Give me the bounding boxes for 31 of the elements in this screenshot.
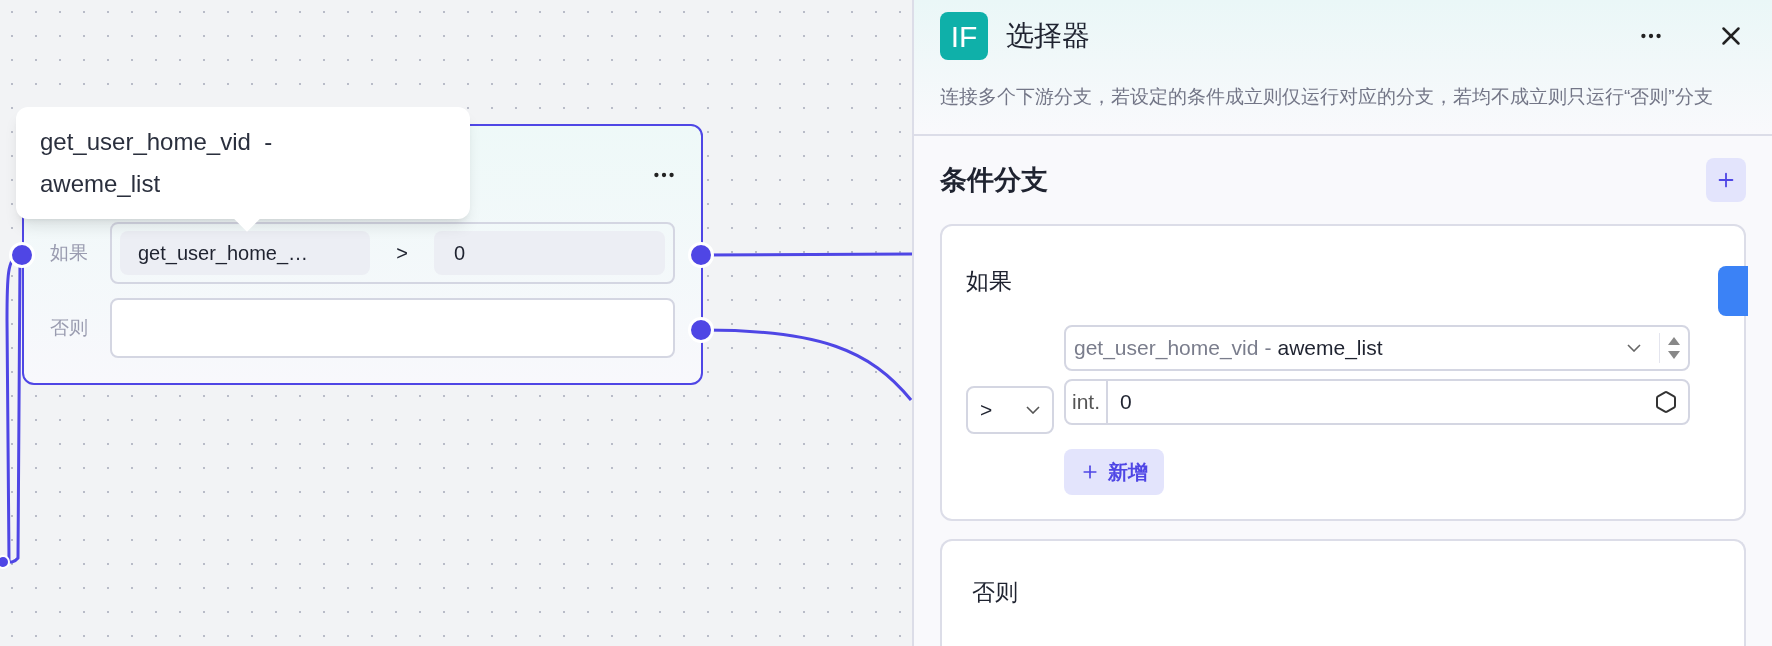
add-condition-button[interactable]: 新增	[1064, 448, 1164, 495]
add-branch-button[interactable]	[1706, 158, 1746, 202]
branch-title: 如果	[966, 267, 1012, 296]
variable-node-text: get_user_home_vid	[1074, 334, 1259, 362]
operator-text: >	[395, 241, 409, 266]
separator-text: -	[1264, 334, 1272, 361]
tooltip-text: get_user_home_vid -	[40, 127, 273, 157]
operator-select[interactable]: >	[966, 385, 1054, 434]
variable-field-text: aweme_list	[1277, 334, 1383, 362]
port-handle[interactable]	[688, 317, 714, 343]
node-type-icon: IF	[940, 12, 988, 60]
branch-label: 如果	[50, 240, 89, 265]
port-handle[interactable]	[688, 242, 714, 268]
tooltip-text: aweme_list	[40, 169, 161, 199]
value-text: 0	[1119, 388, 1133, 415]
variable-select[interactable]: get_user_home_vid - aweme_list	[1064, 324, 1690, 371]
variable-chip: get_user_home_…	[120, 231, 370, 275]
type-label: int.	[1066, 380, 1108, 423]
value-input[interactable]: int. 0	[1064, 378, 1690, 425]
section-title: 条件分支	[940, 163, 1048, 197]
branch-title: 否则	[972, 577, 1018, 607]
value-chip: 0	[434, 231, 665, 275]
chevron-down-icon	[1627, 343, 1641, 352]
stepper-up-icon[interactable]	[1668, 336, 1680, 345]
port-handle[interactable]	[9, 242, 35, 268]
panel-title: 选择器	[1006, 19, 1090, 53]
branch-label: 否则	[50, 315, 89, 340]
stepper-down-icon[interactable]	[1668, 350, 1680, 359]
chevron-down-icon	[1026, 405, 1040, 414]
variable-icon[interactable]	[1654, 389, 1678, 414]
panel-description: 连接多个下游分支，若设定的条件成立则仅运行对应的分支，若均不成立则只运行“否则”分支	[940, 85, 1714, 109]
